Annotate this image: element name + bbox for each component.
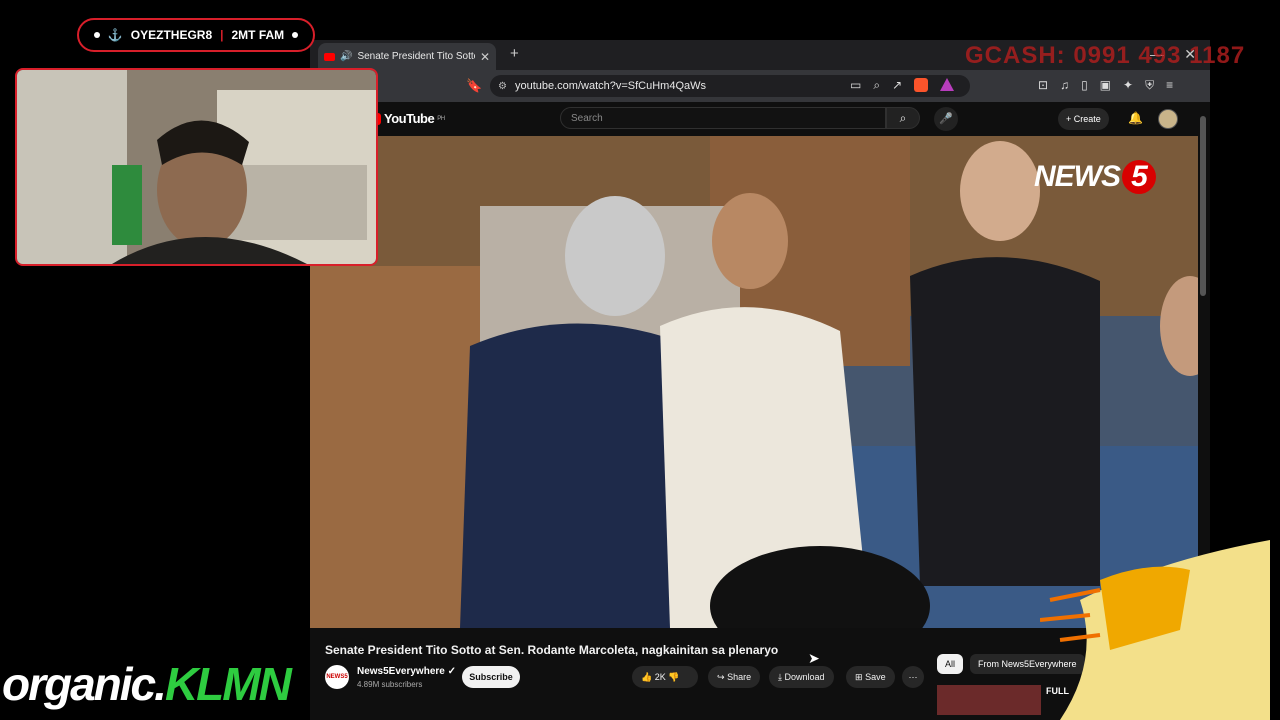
youtube-favicon-icon: [324, 52, 335, 61]
tab-title: Senate President Tito Sotto at Sen. Roda…: [357, 51, 474, 62]
zoom-icon[interactable]: ⌕: [873, 78, 880, 93]
share-page-icon[interactable]: ↗: [892, 78, 902, 93]
bookmark-icon[interactable]: 🔖: [466, 78, 482, 94]
dot-right: [292, 32, 299, 38]
more-icon: ⋯: [908, 672, 918, 682]
channel-avatar[interactable]: NEWS5: [325, 665, 349, 689]
wallet-icon[interactable]: ▣: [1100, 78, 1111, 93]
save-icon: ⊞: [855, 672, 863, 682]
organic-prefix: organic.: [2, 658, 167, 710]
like-count: 2K: [654, 672, 666, 682]
filter-chip-all[interactable]: All: [937, 654, 964, 674]
youtube-wordmark: YouTube: [384, 111, 435, 126]
create-button[interactable]: + Create: [1058, 108, 1109, 130]
leo-ai-icon[interactable]: ✦: [1123, 78, 1133, 93]
page-scrollbar[interactable]: [1200, 116, 1206, 296]
banner-separator: |: [220, 28, 224, 42]
share-button[interactable]: ↪ Share: [708, 666, 761, 688]
thumbs-up-icon[interactable]: 👍: [641, 672, 652, 682]
menu-icon[interactable]: ≡: [1166, 78, 1173, 93]
news5-watermark: NEWS 5: [1034, 160, 1156, 194]
webcam-feed: [15, 68, 378, 266]
new-tab-button[interactable]: +: [510, 45, 519, 62]
streamer-name: OYEZTHEGR8: [130, 28, 213, 42]
toolbar-actions: ⊡ ♫ ▯ ▣ ✦ ⛨ ≡: [1038, 78, 1173, 93]
url-text: youtube.com/watch?v=SfCuHm4QaWs: [514, 80, 707, 92]
channel-name-text: News5Everywhere: [357, 666, 445, 677]
watermark-text: NEWS: [1034, 160, 1121, 193]
share-icon: ↪: [717, 672, 725, 682]
mouse-cursor-icon: ➤: [808, 650, 820, 666]
recommended-video-thumbnail[interactable]: [937, 685, 1041, 715]
tab-close-icon[interactable]: ✕: [480, 50, 490, 64]
streamer-name-banner: ⚓ OYEZTHEGR8 | 2MT FAM: [77, 18, 315, 52]
save-button[interactable]: ⊞ Save: [846, 666, 895, 688]
verified-icon: ✓: [447, 666, 457, 677]
brave-rewards-icon[interactable]: [940, 78, 955, 91]
voice-search-button[interactable]: 🎤: [934, 107, 958, 131]
download-button[interactable]: ⤓ Download: [769, 666, 834, 688]
vpn-shield-icon[interactable]: ⛨: [1145, 78, 1154, 93]
video-title: Senate President Tito Sotto at Sen. Roda…: [325, 643, 779, 657]
organic-brand: KLMN: [164, 658, 292, 710]
speaker-icon[interactable]: 🔊: [340, 51, 352, 62]
site-settings-icon[interactable]: ⚙: [498, 81, 507, 92]
download-label: Download: [784, 672, 825, 682]
channel-name[interactable]: News5Everywhere ✓: [357, 666, 456, 677]
download-icon: ⤓: [778, 672, 782, 682]
subscribe-button[interactable]: Subscribe: [462, 666, 520, 688]
brave-shields-icon[interactable]: [914, 78, 929, 92]
create-label: Create: [1073, 114, 1101, 124]
youtube-header: YouTube PH Search ⌕ 🎤 + Create 🔔: [310, 102, 1210, 136]
address-bar-actions: ▭ ⌕ ↗: [850, 78, 955, 93]
sidebar-icon[interactable]: ▯: [1081, 78, 1088, 93]
region-code: PH: [437, 115, 445, 122]
anchor-icon: ⚓: [107, 28, 123, 42]
tab-youtube[interactable]: 🔊 Senate President Tito Sotto at Sen. Ro…: [318, 43, 496, 70]
stream-canvas: 🔊 Senate President Tito Sotto at Sen. Ro…: [0, 0, 1280, 720]
cast-icon[interactable]: ▭: [850, 78, 861, 93]
music-icon[interactable]: ♫: [1060, 78, 1069, 93]
webcam-image: [17, 70, 376, 264]
thumbs-down-icon[interactable]: 👎: [668, 672, 679, 682]
save-label: Save: [865, 672, 886, 682]
notifications-bell-icon[interactable]: 🔔: [1128, 111, 1143, 125]
search-input[interactable]: Search: [560, 107, 886, 129]
search-icon: ⌕: [899, 111, 907, 125]
screenshot-icon[interactable]: ⊡: [1038, 78, 1048, 93]
like-dislike-group[interactable]: 👍 2K 👎: [632, 666, 698, 688]
organic-klmn-logo: organic.KLMN: [2, 657, 292, 711]
address-bar: 🔖 ⚙ youtube.com/watch?v=SfCuHm4QaWs ▭ ⌕ …: [310, 70, 1210, 102]
watermark-number: 5: [1122, 160, 1156, 194]
gcash-donation-text: GCASH: 0991 493 1187: [965, 42, 1246, 69]
microphone-icon: 🎤: [939, 113, 953, 125]
dot-left: [93, 32, 100, 38]
sponsor-splash-graphic: [1040, 540, 1270, 720]
subscriber-count: 4.89M subscribers: [357, 680, 423, 689]
search-button[interactable]: ⌕: [886, 107, 920, 129]
fam-label: 2MT FAM: [231, 28, 285, 42]
share-label: Share: [727, 672, 752, 682]
account-avatar[interactable]: [1158, 109, 1178, 129]
more-actions-button[interactable]: ⋯: [902, 666, 924, 688]
